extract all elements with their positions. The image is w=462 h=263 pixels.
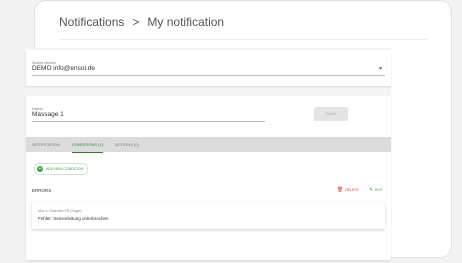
add-condition-button[interactable]: + ADD NEW CONDITION (34, 163, 89, 175)
edit-button[interactable]: ✎ EDIT (369, 187, 383, 193)
header-divider (59, 39, 427, 40)
chevron-down-icon[interactable]: ▼ (378, 66, 383, 72)
trash-icon: 🗑 (336, 187, 344, 193)
breadcrumb-root[interactable]: Notifications (59, 15, 124, 29)
errors-actions: 🗑 DELETE ✎ EDIT (337, 187, 383, 193)
tab-conditions[interactable]: CONDITIONS (1) (71, 142, 104, 153)
notification-editor: Name Massage 1 SAVE NOTIFICATION CONDITI… (26, 96, 391, 260)
error-item[interactable]: Mux 1: Detected ER (Kugel) Fehler: Senso… (32, 202, 385, 229)
device-select-underline (32, 75, 385, 76)
name-field-underline (32, 121, 265, 122)
tab-bar: NOTIFICATION CONDITIONS (1) ACTIONS (0) (26, 137, 391, 153)
device-select-value: DEMO info@ensol.de (32, 65, 95, 72)
add-condition-label: ADD NEW CONDITION (46, 167, 84, 171)
breadcrumb-separator: > (132, 15, 140, 29)
breadcrumb: Notifications > My notification (59, 15, 224, 29)
tab-notification[interactable]: NOTIFICATION (32, 142, 60, 147)
name-field[interactable]: Massage 1 (32, 111, 64, 118)
delete-label: DELETE (345, 188, 359, 192)
plus-icon: + (37, 166, 43, 172)
breadcrumb-current: My notification (147, 15, 225, 29)
errors-title: ERRORS (32, 188, 52, 193)
error-item-source: Mux 1: Detected ER (Kugel) (38, 209, 82, 213)
save-button[interactable]: SAVE (314, 107, 348, 121)
tab-actions[interactable]: ACTIONS (0) (115, 142, 139, 147)
pencil-icon: ✎ (368, 187, 374, 193)
device-select[interactable]: Select device DEMO info@ensol.de ▼ (26, 50, 391, 86)
error-item-message: Fehler: Sensorleitung unterbrochen (38, 216, 109, 221)
edit-label: EDIT (375, 188, 383, 192)
delete-button[interactable]: 🗑 DELETE (337, 187, 359, 193)
